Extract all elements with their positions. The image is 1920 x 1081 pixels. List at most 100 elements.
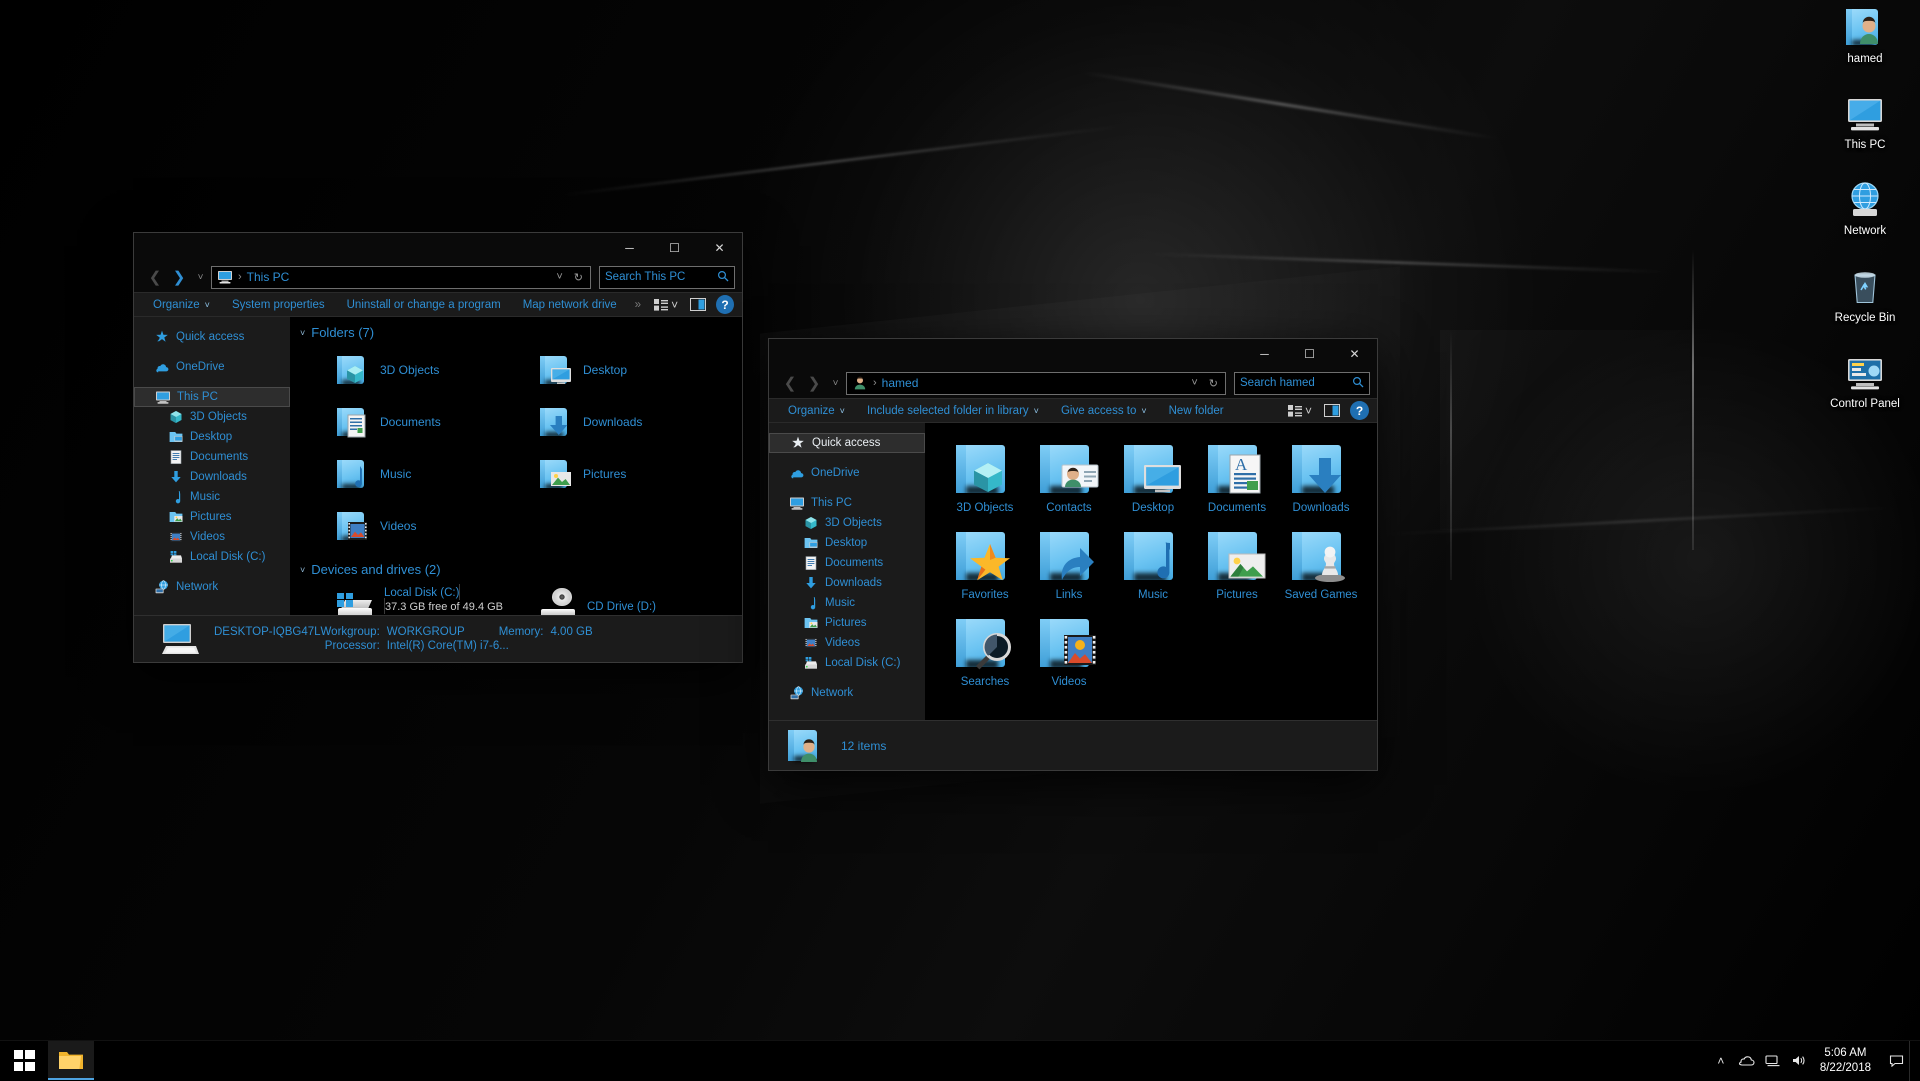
nav-item-this-pc[interactable]: This PC — [769, 493, 925, 513]
nav-item-onedrive[interactable]: OneDrive — [134, 357, 290, 377]
help-button[interactable]: ? — [1350, 401, 1369, 420]
nav-item-3d-objects[interactable]: 3D Objects — [769, 513, 925, 533]
forward-button[interactable]: ❯ — [168, 266, 190, 288]
map-network-drive-button[interactable]: Map network drive — [512, 293, 628, 316]
search-box-hamed[interactable] — [1234, 372, 1370, 395]
navigation-pane-this-pc[interactable]: Quick access OneDrive This PC — [134, 317, 290, 615]
titlebar-this-pc[interactable]: ─ ☐ ✕ — [134, 233, 742, 262]
nav-item-3d-objects[interactable]: 3D Objects — [134, 407, 290, 427]
breadcrumb-current[interactable]: hamed — [882, 376, 919, 390]
recent-locations-button[interactable]: ˅ — [192, 266, 209, 288]
item-tile-desktop[interactable]: Desktop — [1111, 435, 1195, 514]
desktop[interactable]: hamed This PC — [0, 0, 1920, 1080]
close-button[interactable]: ✕ — [697, 233, 742, 262]
forward-button[interactable]: ❯ — [803, 372, 825, 394]
folder-tile-music[interactable]: Music — [336, 452, 539, 496]
desktop-icon-hamed[interactable]: hamed — [1819, 6, 1911, 66]
drive-tile-cd-drive-d[interactable]: CD Drive (D:) — [539, 583, 742, 615]
refresh-icon[interactable]: ↻ — [1206, 377, 1221, 390]
folder-tile-pictures[interactable]: Pictures — [539, 452, 742, 496]
search-box-this-pc[interactable] — [599, 266, 735, 289]
nav-item-downloads[interactable]: Downloads — [769, 573, 925, 593]
drive-tile-local-disk-c[interactable]: Local Disk (C:) 37.3 GB free of 49.4 GB — [336, 583, 539, 615]
folder-tile-desktop[interactable]: Desktop — [539, 348, 742, 392]
close-button[interactable]: ✕ — [1332, 339, 1377, 368]
nav-item-music[interactable]: Music — [134, 487, 290, 507]
show-hidden-icons-button[interactable]: ˄ — [1708, 1041, 1734, 1081]
nav-item-pictures[interactable]: Pictures — [134, 507, 290, 527]
folder-tile-3d-objects[interactable]: 3D Objects — [336, 348, 539, 392]
onedrive-icon[interactable] — [1734, 1041, 1760, 1081]
minimize-button[interactable]: ─ — [607, 233, 652, 262]
item-tile-pictures[interactable]: Pictures — [1195, 522, 1279, 601]
item-tile-downloads[interactable]: Downloads — [1279, 435, 1363, 514]
search-input[interactable] — [1240, 377, 1348, 389]
item-tile-saved-games[interactable]: Saved Games — [1279, 522, 1363, 601]
help-button[interactable]: ? — [716, 295, 734, 314]
item-tile-videos[interactable]: Videos — [1027, 609, 1111, 688]
organize-button[interactable]: Organize˅ — [777, 399, 856, 422]
nav-item-videos[interactable]: Videos — [134, 527, 290, 547]
chevron-down-icon[interactable]: ˅ — [1188, 377, 1200, 389]
recent-locations-button[interactable]: ˅ — [827, 372, 844, 394]
nav-item-documents[interactable]: Documents — [134, 447, 290, 467]
nav-item-network[interactable]: Network — [134, 577, 290, 597]
desktop-icon-network[interactable]: Network — [1819, 178, 1911, 238]
nav-item-pictures[interactable]: Pictures — [769, 613, 925, 633]
start-button[interactable] — [0, 1041, 48, 1080]
nav-item-network[interactable]: Network — [769, 683, 925, 703]
maximize-button[interactable]: ☐ — [1287, 339, 1332, 368]
item-tile-links[interactable]: Links — [1027, 522, 1111, 601]
content-pane-hamed[interactable]: 3D Objects Contacts — [925, 423, 1377, 720]
view-options-button[interactable]: ˅ — [1282, 399, 1318, 422]
show-desktop-button[interactable] — [1909, 1041, 1918, 1081]
chevron-down-icon[interactable]: ˅ — [300, 328, 305, 338]
view-options-button[interactable]: ˅ — [648, 293, 684, 316]
folder-tile-downloads[interactable]: Downloads — [539, 400, 742, 444]
give-access-to-button[interactable]: Give access to˅ — [1050, 399, 1158, 422]
preview-pane-button[interactable] — [684, 293, 712, 316]
nav-item-documents[interactable]: Documents — [769, 553, 925, 573]
item-tile-music[interactable]: Music — [1111, 522, 1195, 601]
action-center-icon[interactable] — [1883, 1041, 1909, 1081]
nav-item-quick-access[interactable]: Quick access — [134, 327, 290, 347]
chevron-down-icon[interactable]: ˅ — [300, 565, 305, 575]
organize-button[interactable]: Organize˅ — [142, 293, 221, 316]
chevron-down-icon[interactable]: ˅ — [553, 271, 565, 283]
new-folder-button[interactable]: New folder — [1158, 399, 1235, 422]
nav-item-desktop[interactable]: Desktop — [769, 533, 925, 553]
nav-item-music[interactable]: Music — [769, 593, 925, 613]
address-bar[interactable]: › hamed ˅ ↻ — [846, 372, 1226, 395]
system-properties-button[interactable]: System properties — [221, 293, 336, 316]
desktop-icon-recycle-bin[interactable]: Recycle Bin — [1819, 265, 1911, 325]
item-tile-3d-objects[interactable]: 3D Objects — [943, 435, 1027, 514]
folder-tile-videos[interactable]: Videos — [336, 504, 539, 548]
address-bar[interactable]: › This PC ˅ ↻ — [211, 266, 591, 289]
item-tile-searches[interactable]: Searches — [943, 609, 1027, 688]
network-icon[interactable] — [1760, 1041, 1786, 1081]
taskbar[interactable]: ˄ 5:06 AM 8/22/2018 — [0, 1040, 1920, 1080]
nav-item-local-disk-c[interactable]: Local Disk (C:) — [134, 547, 290, 567]
nav-item-videos[interactable]: Videos — [769, 633, 925, 653]
item-tile-favorites[interactable]: Favorites — [943, 522, 1027, 601]
desktop-icon-this-pc[interactable]: This PC — [1819, 92, 1911, 152]
window-this-pc[interactable]: ─ ☐ ✕ ❮ ❯ ˅ › This PC ˅ ↻ — [133, 232, 743, 663]
include-in-library-button[interactable]: Include selected folder in library˅ — [856, 399, 1050, 422]
group-header-devices[interactable]: ˅ Devices and drives (2) — [290, 562, 742, 577]
navigation-pane-hamed[interactable]: Quick access OneDrive This PC — [769, 423, 925, 720]
minimize-button[interactable]: ─ — [1242, 339, 1287, 368]
nav-item-desktop[interactable]: Desktop — [134, 427, 290, 447]
nav-item-quick-access[interactable]: Quick access — [769, 433, 925, 453]
breadcrumb-current[interactable]: This PC — [247, 270, 290, 284]
clock[interactable]: 5:06 AM 8/22/2018 — [1812, 1041, 1883, 1081]
nav-item-local-disk-c[interactable]: Local Disk (C:) — [769, 653, 925, 673]
item-tile-contacts[interactable]: Contacts — [1027, 435, 1111, 514]
back-button[interactable]: ❮ — [779, 372, 801, 394]
nav-item-onedrive[interactable]: OneDrive — [769, 463, 925, 483]
preview-pane-button[interactable] — [1318, 399, 1346, 422]
window-hamed[interactable]: ─ ☐ ✕ ❮ ❯ ˅ › hamed ˅ ↻ — [768, 338, 1378, 771]
nav-item-this-pc[interactable]: This PC — [134, 387, 290, 407]
taskbar-item-file-explorer[interactable] — [48, 1041, 94, 1080]
content-pane-this-pc[interactable]: ˅ Folders (7) 3D Objects — [290, 317, 742, 615]
maximize-button[interactable]: ☐ — [652, 233, 697, 262]
